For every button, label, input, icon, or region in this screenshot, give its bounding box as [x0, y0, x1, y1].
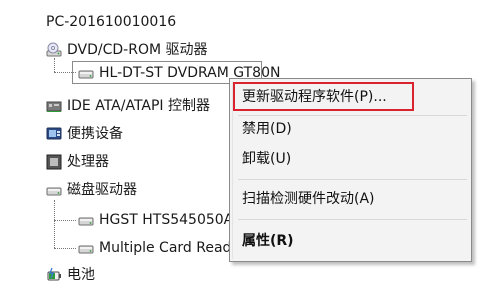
computer-name-label: PC-201610010016	[46, 14, 177, 30]
tree-node-label: 磁盘驱动器	[67, 182, 137, 198]
tree-node-disk-drives[interactable]: 磁盘驱动器	[46, 179, 137, 201]
tree-node-label: DVD/CD-ROM 驱动器	[67, 42, 208, 58]
tree-node-card-reader[interactable]: Multiple Card Reader	[78, 237, 246, 259]
tree-connector	[54, 200, 55, 248]
battery-icon	[47, 267, 61, 281]
tree-node-ide-controller[interactable]: IDE ATA/ATAPI 控制器	[46, 95, 210, 117]
tree-node-dvd-category[interactable]: DVD/CD-ROM 驱动器	[46, 39, 208, 61]
tree-root-computer[interactable]: PC-201610010016	[46, 11, 176, 33]
menu-separator	[238, 179, 467, 180]
context-menu: 更新驱动程序软件(P)... 禁用(D) 卸载(U) 扫描检测硬件改动(A) 属…	[229, 78, 472, 262]
disk-drive-icon	[78, 70, 94, 79]
tree-node-label: 处理器	[67, 154, 109, 170]
menu-item-update-driver[interactable]: 更新驱动程序软件(P)...	[238, 85, 387, 109]
tree-connector	[54, 220, 76, 221]
processor-icon	[46, 154, 62, 170]
tree-node-label: 电池	[67, 267, 95, 283]
tree-node-portable-devices[interactable]: 便携设备	[46, 123, 123, 145]
tree-node-batteries[interactable]: 电池	[46, 264, 95, 286]
disk-drive-icon	[46, 187, 62, 196]
menu-item-properties[interactable]: 属性(R)	[238, 229, 294, 253]
tree-node-label: IDE ATA/ATAPI 控制器	[67, 98, 211, 114]
tree-node-label: Multiple Card Reader	[99, 240, 246, 256]
portable-device-icon	[46, 127, 62, 140]
menu-item-scan-hardware[interactable]: 扫描检测硬件改动(A)	[238, 187, 375, 211]
disk-drive-icon	[78, 217, 94, 226]
ide-controller-icon	[46, 101, 62, 112]
tree-node-label: 便携设备	[67, 126, 123, 142]
disk-drive-icon	[78, 245, 94, 254]
tree-connector	[54, 248, 76, 249]
optical-drive-icon	[46, 42, 62, 57]
menu-separator	[238, 219, 467, 220]
menu-item-uninstall[interactable]: 卸载(U)	[238, 147, 291, 171]
menu-separator	[238, 115, 467, 116]
tree-node-processors[interactable]: 处理器	[46, 151, 109, 173]
menu-item-disable[interactable]: 禁用(D)	[238, 117, 292, 141]
device-manager-view: PC-201610010016 DVD/CD-ROM 驱动器 HL-DT-ST …	[0, 0, 500, 292]
